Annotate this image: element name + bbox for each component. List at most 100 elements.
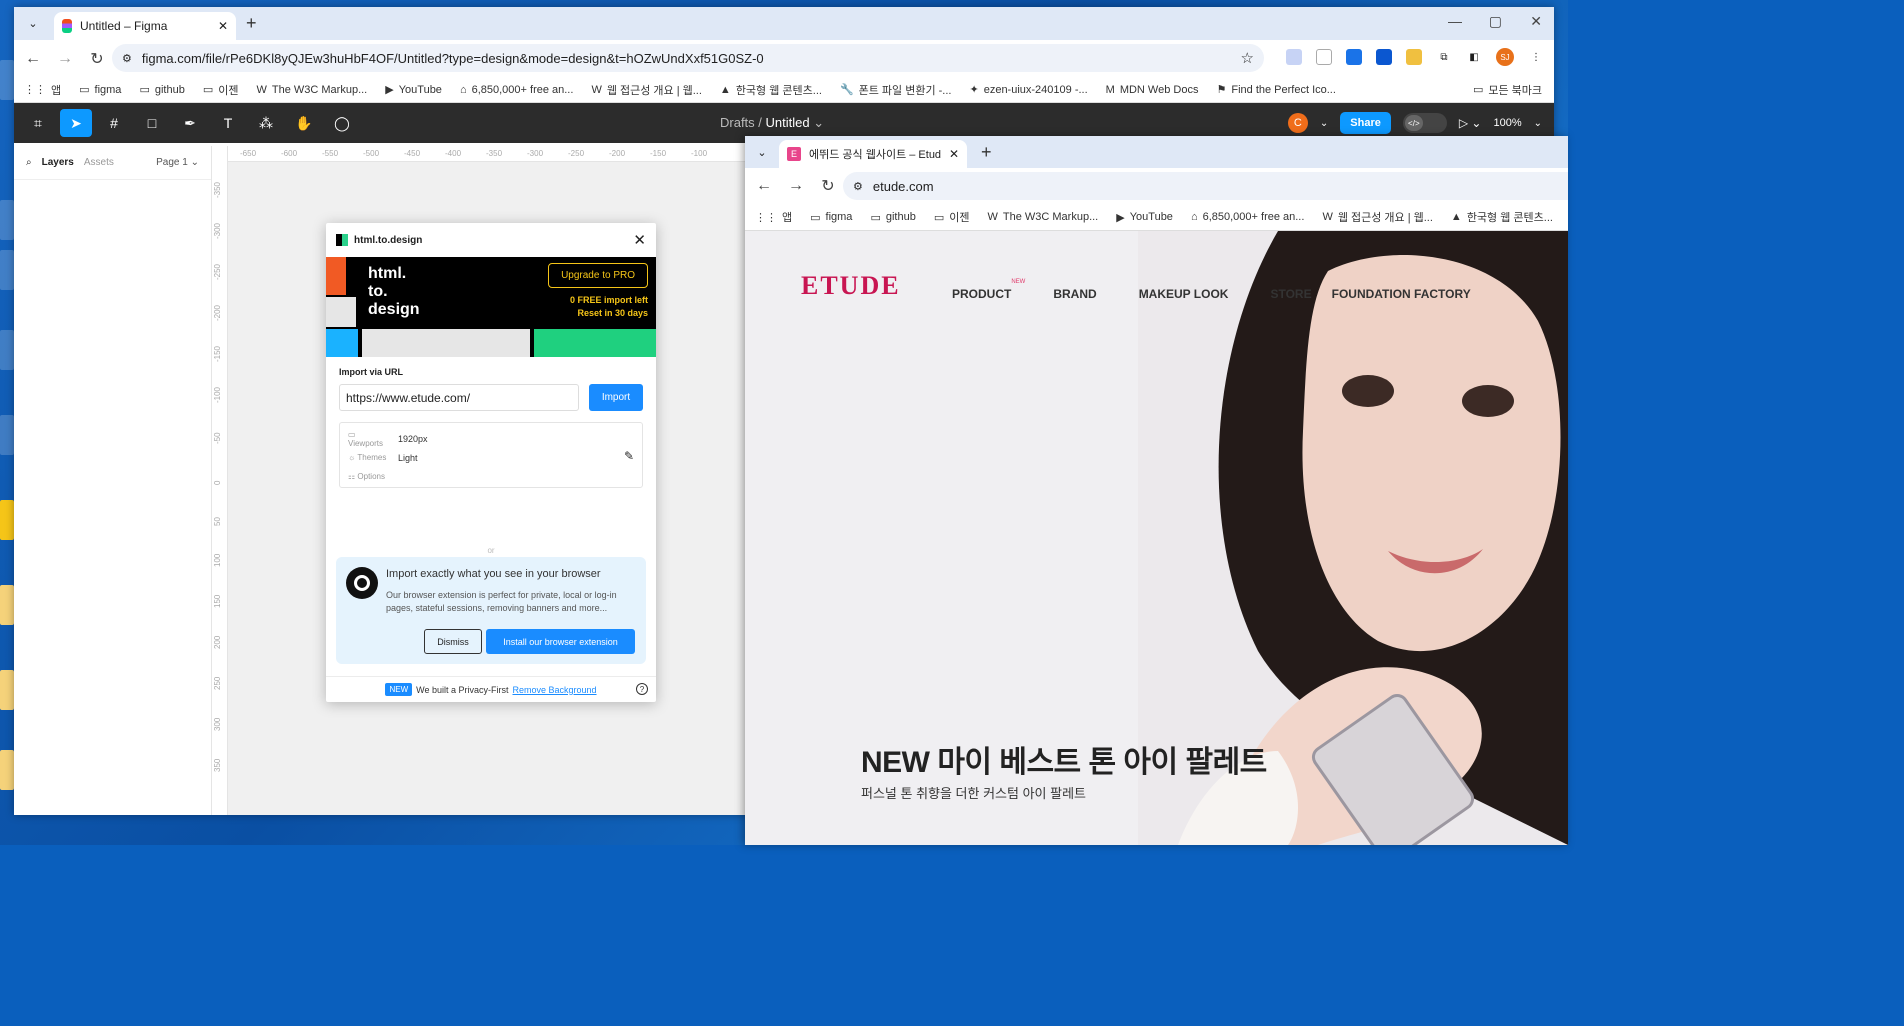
edit-pencil-icon[interactable]: ✎: [624, 449, 634, 463]
chevron-down-icon[interactable]: ⌄: [1320, 118, 1328, 129]
profile-avatar[interactable]: SJ: [1496, 48, 1514, 66]
tab-figma[interactable]: Untitled – Figma ✕: [54, 12, 236, 40]
bookmark-item[interactable]: ▶ YouTube: [385, 83, 442, 97]
desktop-icon[interactable]: [0, 200, 14, 240]
zoom-level[interactable]: 100%: [1493, 117, 1521, 129]
bookmark-item[interactable]: ▲ 한국형 웹 콘텐츠...: [1451, 209, 1553, 225]
search-icon[interactable]: ⌕: [26, 157, 32, 168]
file-name[interactable]: Untitled: [766, 115, 810, 130]
extension-icon[interactable]: [1286, 49, 1302, 65]
bookmark-item[interactable]: ⚑ Find the Perfect Ico...: [1216, 83, 1335, 97]
install-extension-button[interactable]: Install our browser extension: [486, 629, 635, 654]
bookmark-item[interactable]: ⌂ 6,850,000+ free an...: [460, 84, 574, 96]
bookmark-item[interactable]: ▶ YouTube: [1116, 211, 1173, 224]
back-icon[interactable]: ←: [755, 177, 773, 195]
desktop-icon[interactable]: [0, 60, 14, 100]
bookmark-item[interactable]: ✦ ezen-uiux-240109 -...: [969, 83, 1087, 97]
nav-foundation-factory[interactable]: FOUNDATION FACTORY: [1332, 287, 1471, 301]
close-tab-icon[interactable]: ✕: [949, 147, 959, 161]
nav-product[interactable]: PRODUCT NEW: [952, 279, 1025, 301]
hand-tool-icon[interactable]: ✋: [288, 109, 320, 137]
address-bar[interactable]: ⚙ figma.com/file/rPe6DKl8yQJEw3huHbF4OF/…: [112, 44, 1264, 72]
extension-icon[interactable]: [1376, 49, 1392, 65]
forward-icon[interactable]: →: [787, 177, 805, 195]
pen-tool-icon[interactable]: ✒: [174, 109, 206, 137]
comment-tool-icon[interactable]: ◯: [326, 109, 358, 137]
desktop-icon[interactable]: [0, 500, 14, 540]
tab-search-button[interactable]: ⌄: [753, 143, 771, 161]
new-tab-button[interactable]: +: [981, 142, 992, 163]
bookmark-item[interactable]: ⋮⋮ 앱: [755, 209, 792, 225]
share-button[interactable]: Share: [1340, 112, 1391, 134]
nav-store[interactable]: STORE: [1270, 287, 1311, 301]
desktop-icon[interactable]: [0, 750, 14, 790]
site-info-icon[interactable]: ⚙: [853, 180, 863, 193]
bookmark-item[interactable]: W 웹 접근성 개요 | 웹...: [1322, 209, 1432, 225]
bookmark-item[interactable]: W The W3C Markup...: [987, 211, 1098, 223]
bookmark-item[interactable]: ▭ figma: [810, 211, 852, 224]
bookmark-star-icon[interactable]: ☆: [1241, 49, 1254, 67]
frame-tool-icon[interactable]: #: [98, 109, 130, 137]
side-panel-icon[interactable]: ◧: [1466, 49, 1482, 65]
bookmark-item[interactable]: ▲ 한국형 웹 콘텐츠...: [720, 82, 822, 98]
bookmark-item[interactable]: ▭ 이젠: [203, 82, 239, 98]
etude-logo[interactable]: ETUDE: [801, 271, 901, 301]
bookmark-item[interactable]: ▭ github: [870, 211, 915, 224]
tab-etude[interactable]: E 에뛰드 공식 웹사이트 – Etude ✕: [779, 140, 967, 168]
bookmark-item[interactable]: 🔧 폰트 파일 변환기 -...: [840, 82, 952, 98]
forward-icon[interactable]: →: [56, 50, 74, 68]
reload-icon[interactable]: ↻: [819, 176, 837, 196]
desktop-icon[interactable]: [0, 585, 14, 625]
hero-title[interactable]: NEW 마이 베스트 톤 아이 팔레트: [861, 737, 1267, 781]
shape-tool-icon[interactable]: □: [136, 109, 168, 137]
extension-icon[interactable]: [1406, 49, 1422, 65]
address-bar[interactable]: ⚙ etude.com: [843, 172, 1568, 200]
chevron-down-icon[interactable]: ⌄: [1534, 118, 1542, 129]
tab-search-button[interactable]: ⌄: [24, 14, 42, 32]
puzzle-icon[interactable]: ⧉: [1436, 49, 1452, 65]
assets-tab[interactable]: Assets: [84, 157, 114, 168]
upgrade-button[interactable]: Upgrade to PRO: [548, 263, 648, 288]
bookmark-item[interactable]: M MDN Web Docs: [1106, 84, 1199, 96]
resources-tool-icon[interactable]: ⁂: [250, 109, 282, 137]
back-icon[interactable]: ←: [24, 50, 42, 68]
desktop-icon[interactable]: [0, 415, 14, 455]
nav-makeup-look[interactable]: MAKEUP LOOK: [1139, 287, 1229, 301]
all-bookmarks[interactable]: ▭ 모든 북마크: [1473, 82, 1542, 98]
extension-icon[interactable]: [1346, 49, 1362, 65]
breadcrumb-drafts[interactable]: Drafts: [720, 115, 755, 130]
user-avatar[interactable]: C: [1287, 113, 1308, 133]
move-tool-icon[interactable]: ➤: [60, 109, 92, 137]
site-info-icon[interactable]: ⚙: [122, 52, 132, 65]
close-tab-icon[interactable]: ✕: [218, 19, 228, 33]
help-icon[interactable]: ?: [636, 683, 648, 695]
present-icon[interactable]: ▷ ⌄: [1459, 116, 1482, 130]
import-button[interactable]: Import: [589, 384, 643, 411]
layers-tab[interactable]: Layers: [42, 157, 74, 168]
new-tab-button[interactable]: +: [246, 13, 257, 34]
bookmark-item[interactable]: ▭ figma: [79, 83, 121, 97]
figma-main-menu-icon[interactable]: ⌗: [22, 109, 54, 137]
extension-icon[interactable]: [1316, 49, 1332, 65]
bookmark-item[interactable]: ▭ 이젠: [934, 209, 970, 225]
dismiss-button[interactable]: Dismiss: [424, 629, 482, 654]
minimize-icon[interactable]: —: [1448, 13, 1462, 29]
url-input[interactable]: https://www.etude.com/: [339, 384, 579, 411]
bookmark-item[interactable]: ▭ github: [139, 83, 184, 97]
page-selector[interactable]: Page 1 ⌄: [156, 157, 199, 168]
bookmark-item[interactable]: W 웹 접근성 개요 | 웹...: [591, 82, 701, 98]
menu-icon[interactable]: ⋮: [1528, 49, 1544, 65]
reload-icon[interactable]: ↻: [88, 49, 106, 69]
chevron-down-icon[interactable]: ⌄: [813, 115, 824, 130]
maximize-icon[interactable]: ▢: [1489, 13, 1502, 30]
close-window-icon[interactable]: ✕: [1530, 13, 1542, 30]
desktop-icon[interactable]: [0, 670, 14, 710]
bookmark-item[interactable]: W The W3C Markup...: [256, 84, 367, 96]
remove-background-link[interactable]: Remove Background: [512, 685, 596, 695]
bookmark-item[interactable]: ⋮⋮ 앱: [24, 82, 61, 98]
bookmark-item[interactable]: ⌂ 6,850,000+ free an...: [1191, 211, 1305, 223]
desktop-icon[interactable]: [0, 250, 14, 290]
desktop-icon[interactable]: [0, 330, 14, 370]
nav-brand[interactable]: BRAND: [1053, 287, 1096, 301]
text-tool-icon[interactable]: T: [212, 109, 244, 137]
